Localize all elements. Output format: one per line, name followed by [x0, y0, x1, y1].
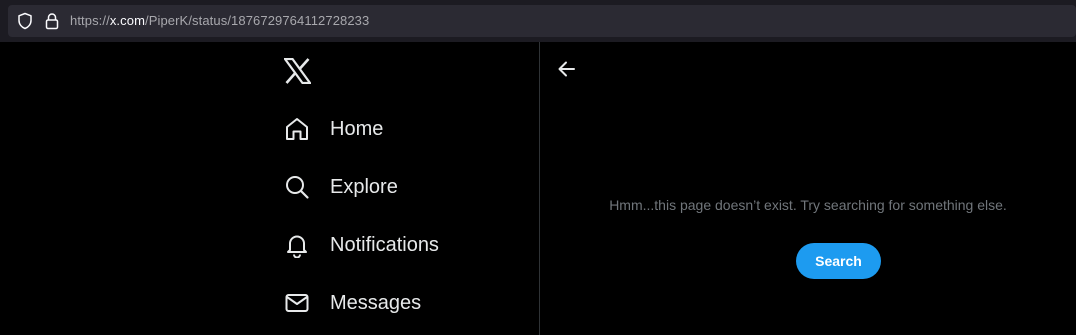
sidebar-item-explore[interactable]: Explore: [284, 172, 398, 202]
arrow-left-icon[interactable]: [556, 58, 578, 80]
search-button[interactable]: Search: [796, 243, 881, 279]
home-icon: [286, 118, 308, 140]
x-app: Home Explore Notifications Messages Hmm.…: [0, 42, 1076, 335]
search-icon: [286, 176, 309, 199]
url-prefix: https://: [70, 13, 110, 28]
bell-icon: [287, 235, 307, 258]
envelope-icon: [285, 294, 309, 312]
sidebar-item-home[interactable]: Home: [284, 114, 383, 144]
address-bar[interactable]: https://x.com/PiperK/status/187672976411…: [8, 5, 1076, 37]
shield-icon[interactable]: [16, 12, 34, 30]
url-host: x.com: [109, 13, 145, 28]
sidebar-item-label: Home: [330, 117, 384, 140]
url-path: /PiperK/status/1876729764112728233: [145, 13, 370, 28]
x-logo-icon[interactable]: [284, 58, 311, 84]
sidebar-item-notifications[interactable]: Notifications: [284, 230, 439, 260]
sidebar-item-messages[interactable]: Messages: [284, 288, 421, 318]
column-divider: [539, 42, 540, 335]
browser-toolbar: https://x.com/PiperK/status/187672976411…: [0, 0, 1076, 42]
not-found-message: Hmm...this page doesn’t exist. Try searc…: [609, 197, 1007, 213]
sidebar-item-label: Messages: [330, 291, 422, 314]
url-text[interactable]: https://x.com/PiperK/status/187672976411…: [70, 13, 369, 28]
lock-icon[interactable]: [44, 12, 60, 30]
sidebar-item-label: Explore: [330, 175, 398, 198]
sidebar-item-label: Notifications: [330, 233, 439, 256]
